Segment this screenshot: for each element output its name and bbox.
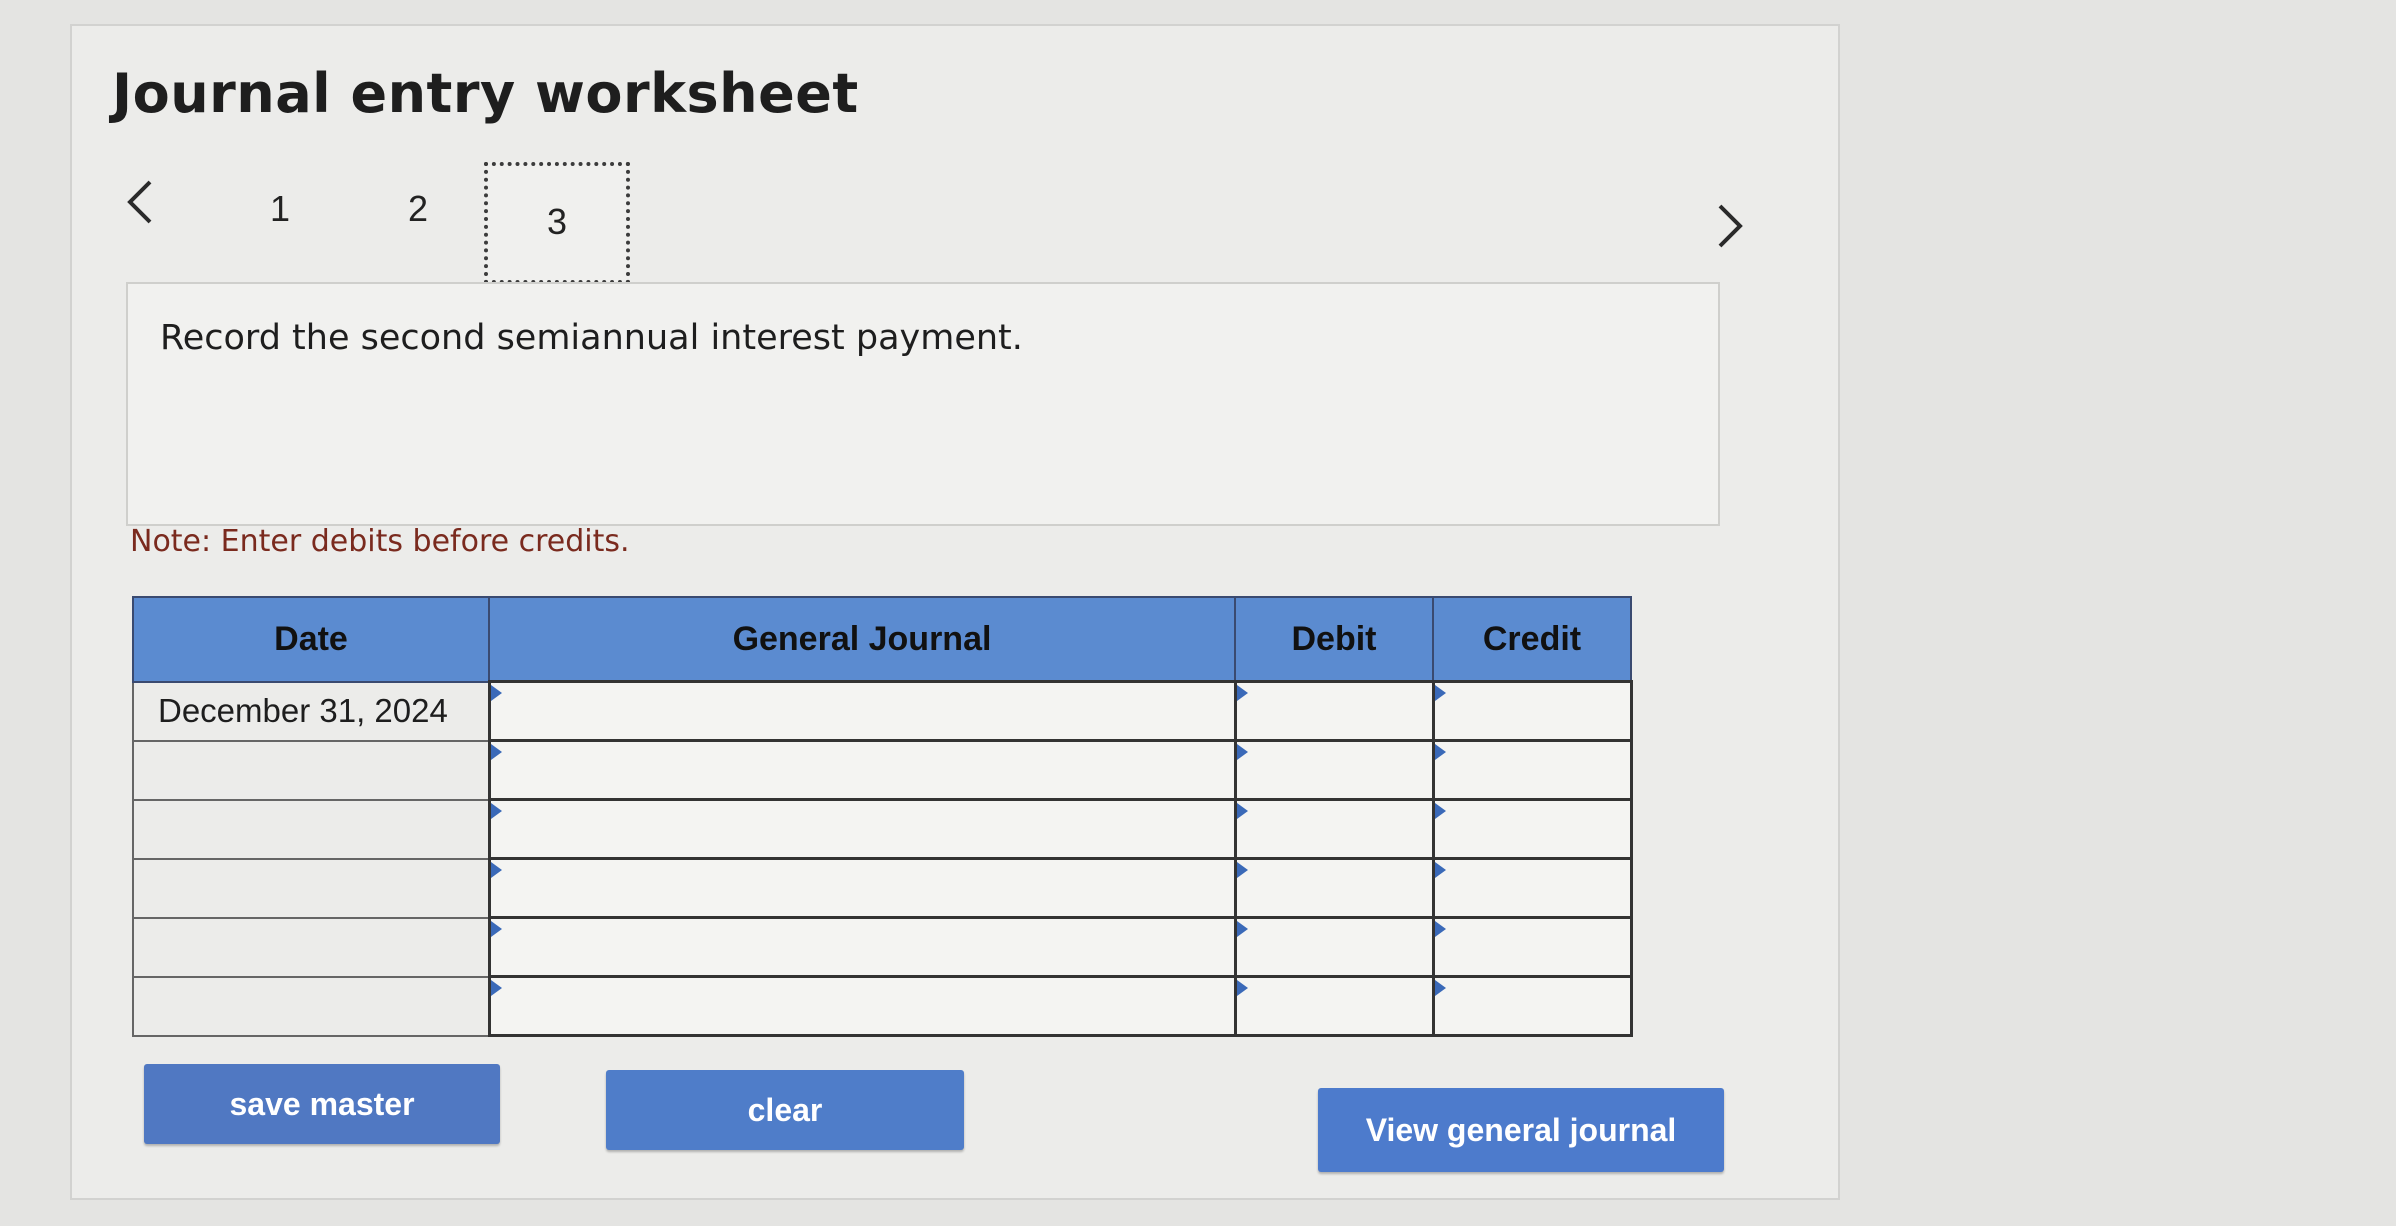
save-master-button[interactable]: save master bbox=[144, 1064, 500, 1144]
step-tab-3-active[interactable]: 3 bbox=[484, 162, 630, 284]
credit-input[interactable] bbox=[1431, 739, 1633, 801]
cell-marker-icon bbox=[1434, 685, 1446, 701]
cell-marker-icon bbox=[490, 862, 502, 878]
credit-input[interactable] bbox=[1431, 857, 1633, 919]
account-input[interactable] bbox=[487, 680, 1237, 742]
credit-input[interactable] bbox=[1431, 798, 1633, 860]
date-cell bbox=[132, 857, 490, 919]
date-cell bbox=[132, 975, 490, 1037]
date-cell bbox=[132, 798, 490, 860]
debit-input[interactable] bbox=[1233, 916, 1435, 978]
step-tab-1[interactable]: 1 bbox=[250, 188, 310, 230]
cell-marker-icon bbox=[1236, 803, 1248, 819]
table-row bbox=[132, 739, 1633, 801]
cell-marker-icon bbox=[490, 803, 502, 819]
cell-marker-icon bbox=[1434, 921, 1446, 937]
clear-button[interactable]: clear bbox=[606, 1070, 964, 1150]
instruction-text: Record the second semiannual interest pa… bbox=[160, 318, 1023, 358]
account-input[interactable] bbox=[487, 739, 1237, 801]
cell-marker-icon bbox=[1236, 744, 1248, 760]
table-row bbox=[132, 857, 1633, 919]
cell-marker-icon bbox=[490, 685, 502, 701]
table-row bbox=[132, 798, 1633, 860]
date-cell: December 31, 2024 bbox=[132, 680, 490, 742]
debit-input[interactable] bbox=[1233, 975, 1435, 1037]
debit-input[interactable] bbox=[1233, 857, 1435, 919]
cell-marker-icon bbox=[490, 980, 502, 996]
table-row: December 31, 2024 bbox=[132, 680, 1633, 742]
debit-input[interactable] bbox=[1233, 739, 1435, 801]
date-cell bbox=[132, 739, 490, 801]
column-header-debit: Debit bbox=[1234, 596, 1434, 683]
chevron-left-icon[interactable] bbox=[112, 172, 172, 232]
column-header-credit: Credit bbox=[1432, 596, 1632, 683]
page-title: Journal entry worksheet bbox=[112, 62, 859, 125]
chevron-right-icon[interactable] bbox=[1700, 196, 1760, 256]
credit-input[interactable] bbox=[1431, 680, 1633, 742]
table-row bbox=[132, 975, 1633, 1037]
account-input[interactable] bbox=[487, 798, 1237, 860]
table-header-row: Date General Journal Debit Credit bbox=[132, 596, 1632, 683]
debit-input[interactable] bbox=[1233, 798, 1435, 860]
cell-marker-icon bbox=[1434, 862, 1446, 878]
credit-input[interactable] bbox=[1431, 975, 1633, 1037]
cell-marker-icon bbox=[1434, 744, 1446, 760]
credit-input[interactable] bbox=[1431, 916, 1633, 978]
table-row bbox=[132, 916, 1633, 978]
cell-marker-icon bbox=[490, 921, 502, 937]
column-header-date: Date bbox=[132, 596, 490, 683]
date-cell bbox=[132, 916, 490, 978]
cell-marker-icon bbox=[1434, 803, 1446, 819]
step-tab-2[interactable]: 2 bbox=[388, 188, 448, 230]
cell-marker-icon bbox=[1236, 862, 1248, 878]
column-header-general-journal: General Journal bbox=[488, 596, 1236, 683]
journal-table: Date General Journal Debit Credit Decemb… bbox=[132, 596, 1633, 1037]
view-general-journal-button[interactable]: View general journal bbox=[1318, 1088, 1724, 1172]
cell-marker-icon bbox=[1434, 980, 1446, 996]
cell-marker-icon bbox=[1236, 685, 1248, 701]
account-input[interactable] bbox=[487, 975, 1237, 1037]
cell-marker-icon bbox=[1236, 921, 1248, 937]
debit-input[interactable] bbox=[1233, 680, 1435, 742]
cell-marker-icon bbox=[490, 744, 502, 760]
note-text: Note: Enter debits before credits. bbox=[130, 524, 630, 559]
account-input[interactable] bbox=[487, 916, 1237, 978]
cell-marker-icon bbox=[1236, 980, 1248, 996]
account-input[interactable] bbox=[487, 857, 1237, 919]
